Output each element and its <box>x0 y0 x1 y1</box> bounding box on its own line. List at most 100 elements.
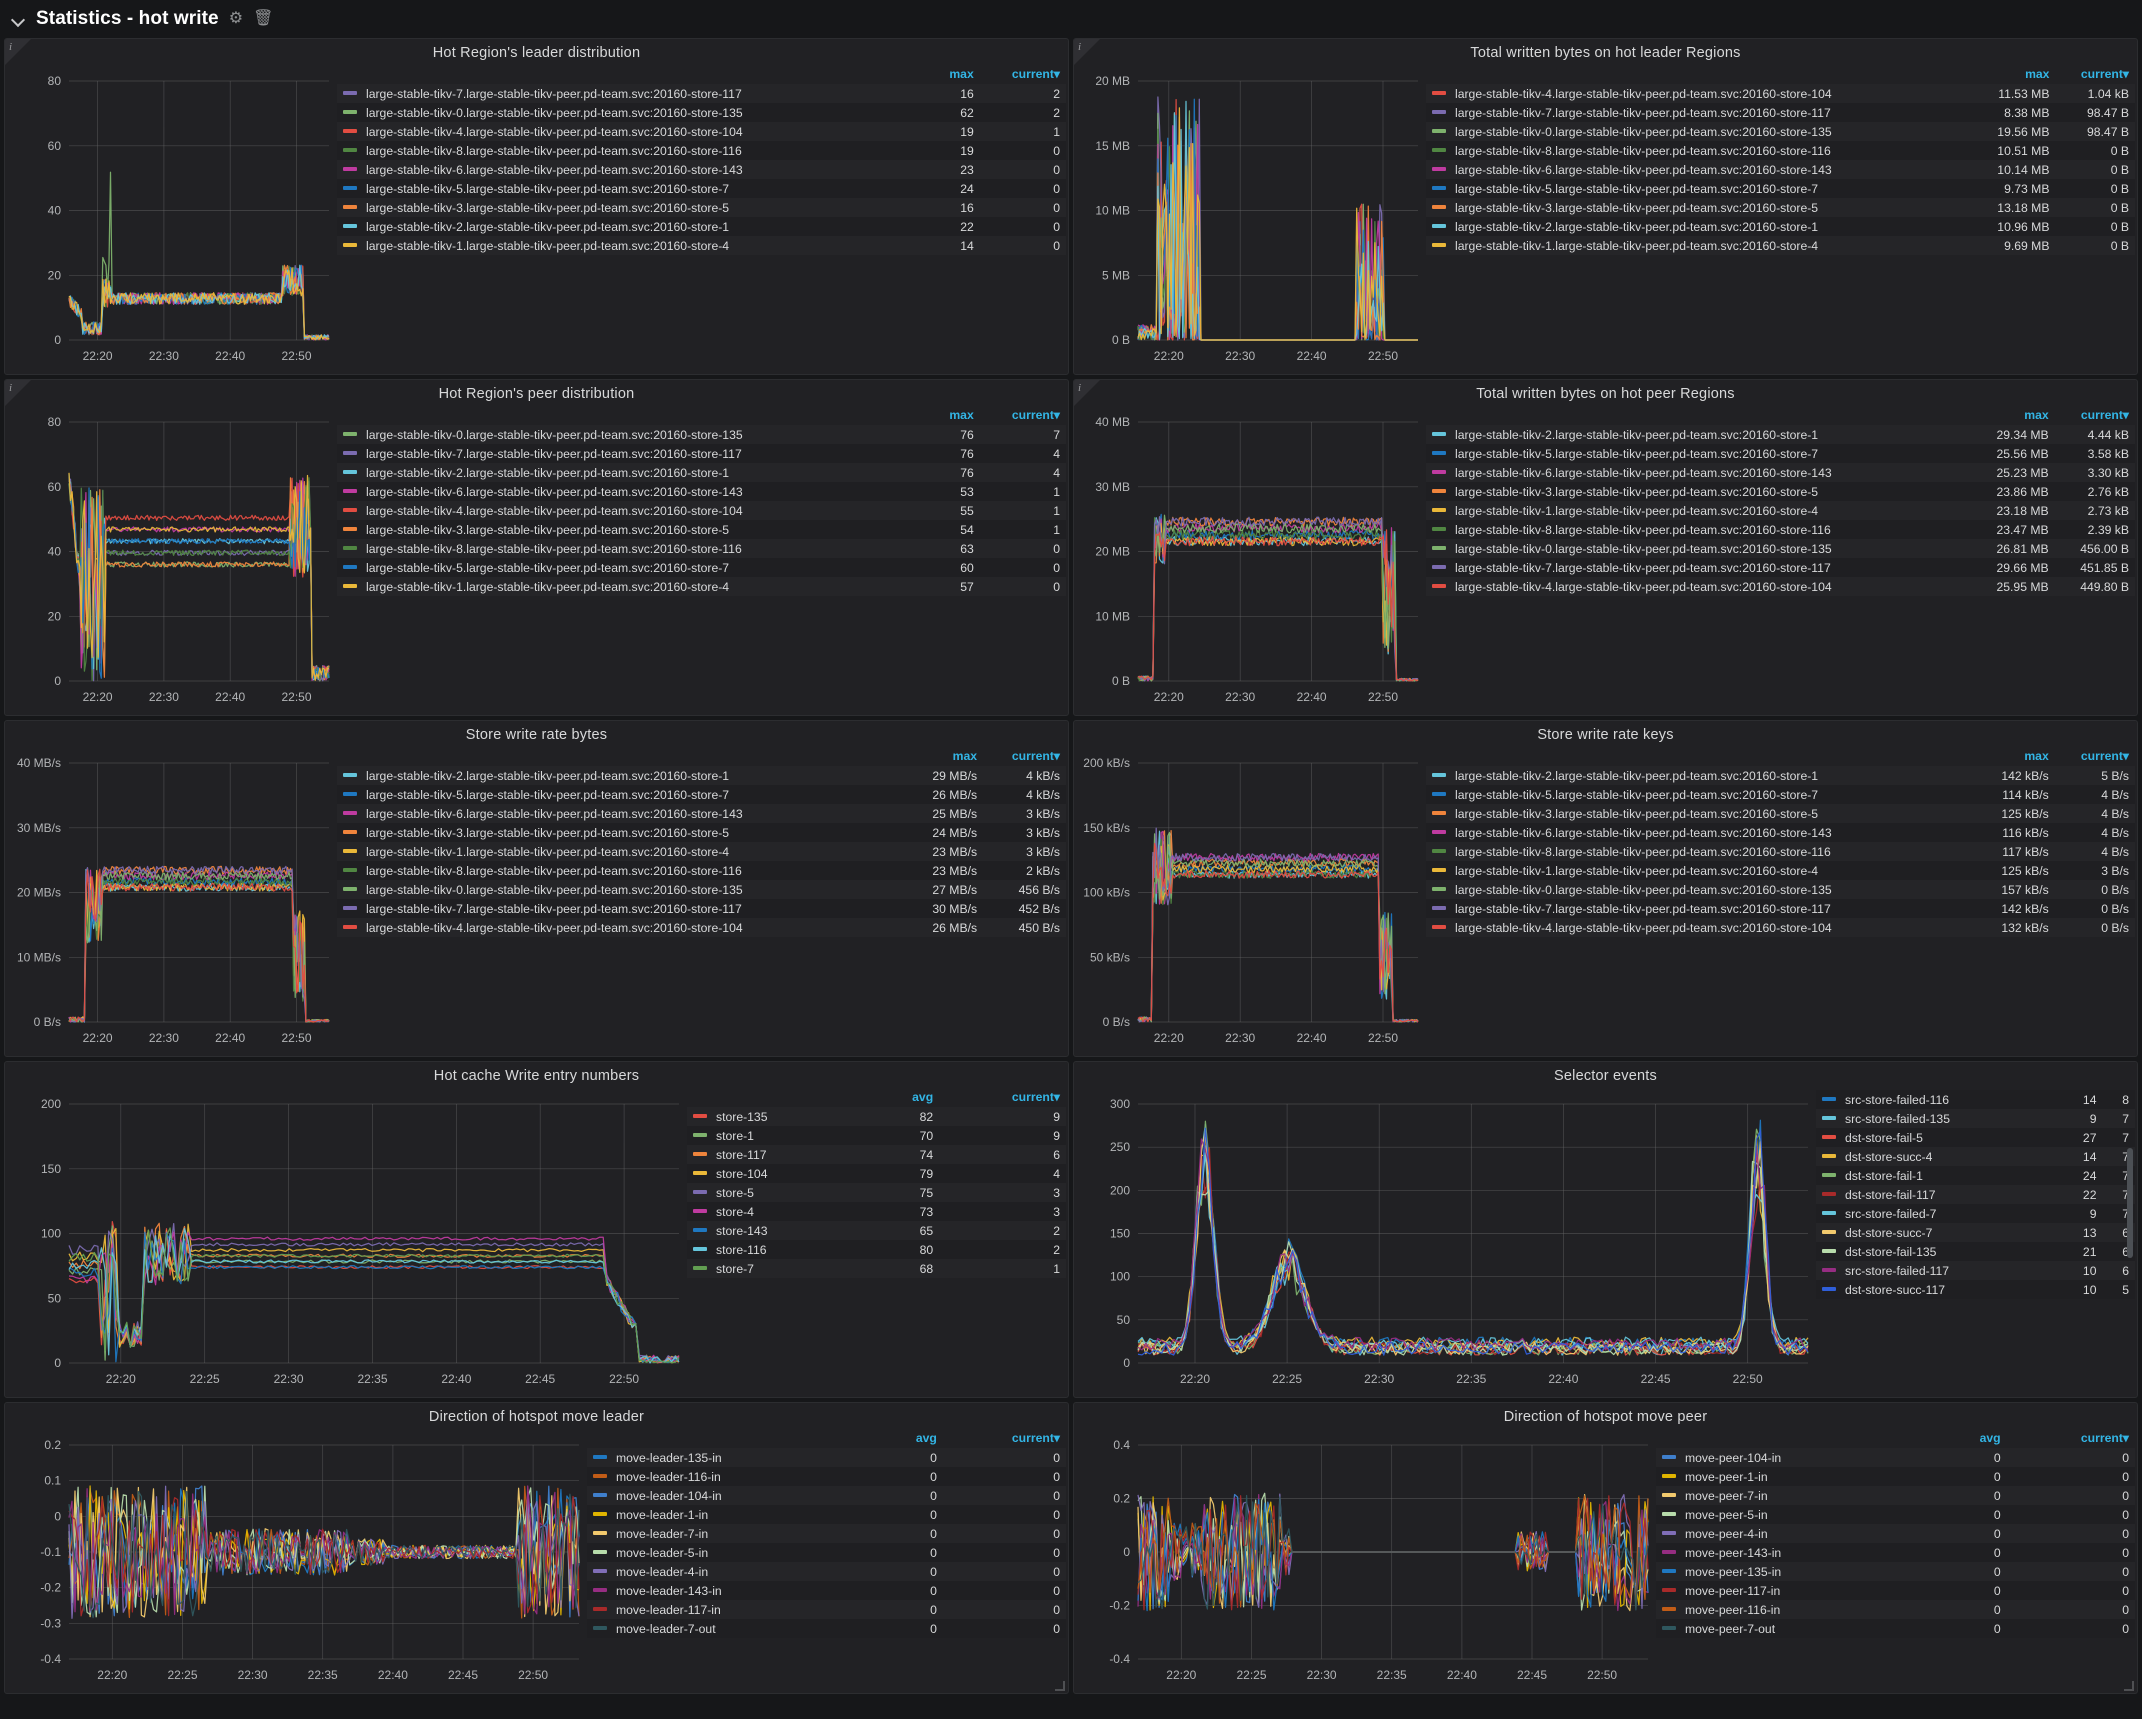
legend-series-label[interactable]: move-leader-104-in <box>587 1486 876 1505</box>
legend-color-swatch[interactable] <box>343 849 357 854</box>
legend-color-swatch[interactable] <box>1822 1135 1836 1140</box>
legend-row[interactable]: store-1 70 9 <box>687 1126 1066 1145</box>
legend-row[interactable]: dst-store-succ-4 14 7 <box>1816 1147 2135 1166</box>
legend-series-label[interactable]: large-stable-tikv-6.large-stable-tikv-pe… <box>337 804 905 823</box>
legend-series-label[interactable]: move-leader-117-in <box>587 1600 876 1619</box>
legend-series-label[interactable]: dst-store-succ-117 <box>1816 1280 2059 1299</box>
legend-row[interactable]: src-store-failed-135 9 7 <box>1816 1109 2135 1128</box>
legend-color-swatch[interactable] <box>1662 1607 1676 1612</box>
panel-total-written-bytes-hot-peer-regions[interactable]: i Total written bytes on hot peer Region… <box>1073 379 2138 716</box>
legend-color-swatch[interactable] <box>343 224 357 229</box>
legend[interactable]: max current▾ large-stable-tikv-4.large-s… <box>1426 63 2135 366</box>
legend-color-swatch[interactable] <box>343 773 357 778</box>
legend-row[interactable]: move-leader-1-in 0 0 <box>587 1505 1066 1524</box>
legend-row[interactable]: move-leader-143-in 0 0 <box>587 1581 1066 1600</box>
legend-color-swatch[interactable] <box>1432 186 1446 191</box>
legend-color-swatch[interactable] <box>1432 584 1446 589</box>
legend-row[interactable]: move-peer-143-in 0 0 <box>1656 1543 2135 1562</box>
legend-series-label[interactable]: move-leader-4-in <box>587 1562 876 1581</box>
legend-series-label[interactable]: large-stable-tikv-2.large-stable-tikv-pe… <box>1426 217 1971 236</box>
legend-row[interactable]: large-stable-tikv-6.large-stable-tikv-pe… <box>1426 823 2135 842</box>
legend-row[interactable]: move-peer-135-in 0 0 <box>1656 1562 2135 1581</box>
legend-row[interactable]: large-stable-tikv-7.large-stable-tikv-pe… <box>337 444 1066 463</box>
legend-color-swatch[interactable] <box>593 1512 607 1517</box>
legend-row[interactable]: move-leader-104-in 0 0 <box>587 1486 1066 1505</box>
legend-color-swatch[interactable] <box>1432 546 1446 551</box>
legend-color-swatch[interactable] <box>1662 1626 1676 1631</box>
legend-row[interactable]: large-stable-tikv-8.large-stable-tikv-pe… <box>1426 520 2135 539</box>
legend-color-swatch[interactable] <box>343 792 357 797</box>
gear-icon[interactable]: ⚙ <box>229 11 243 27</box>
legend-series-label[interactable]: large-stable-tikv-0.large-stable-tikv-pe… <box>1426 880 1976 899</box>
legend-color-swatch[interactable] <box>1432 773 1446 778</box>
legend-color-swatch[interactable] <box>1822 1249 1836 1254</box>
legend-series-label[interactable]: large-stable-tikv-2.large-stable-tikv-pe… <box>1426 425 1970 444</box>
legend-row[interactable]: large-stable-tikv-6.large-stable-tikv-pe… <box>337 482 1066 501</box>
legend-header-current[interactable]: current▾ <box>980 67 1066 84</box>
legend-series-label[interactable]: large-stable-tikv-3.large-stable-tikv-pe… <box>337 198 928 217</box>
legend-color-swatch[interactable] <box>343 584 357 589</box>
legend-header-max[interactable]: max <box>1975 749 2054 766</box>
legend-color-swatch[interactable] <box>1432 148 1446 153</box>
legend-series-label[interactable]: large-stable-tikv-6.large-stable-tikv-pe… <box>337 160 928 179</box>
legend-color-swatch[interactable] <box>1432 110 1446 115</box>
legend-row[interactable]: large-stable-tikv-8.large-stable-tikv-pe… <box>337 861 1066 880</box>
legend-row[interactable]: large-stable-tikv-1.large-stable-tikv-pe… <box>1426 236 2135 255</box>
legend-color-swatch[interactable] <box>1432 868 1446 873</box>
legend-row[interactable]: store-104 79 4 <box>687 1164 1066 1183</box>
legend-row[interactable]: move-peer-117-in 0 0 <box>1656 1581 2135 1600</box>
legend-color-swatch[interactable] <box>343 565 357 570</box>
legend-row[interactable]: large-stable-tikv-0.large-stable-tikv-pe… <box>1426 122 2135 141</box>
legend-color-swatch[interactable] <box>593 1550 607 1555</box>
legend-series-label[interactable]: store-104 <box>687 1164 870 1183</box>
trash-icon[interactable]: 🗑 <box>253 11 273 27</box>
legend-color-swatch[interactable] <box>343 167 357 172</box>
legend-color-swatch[interactable] <box>343 868 357 873</box>
legend-row[interactable]: large-stable-tikv-1.large-stable-tikv-pe… <box>1426 501 2135 520</box>
legend-row[interactable]: large-stable-tikv-4.large-stable-tikv-pe… <box>337 122 1066 141</box>
legend-series-label[interactable]: large-stable-tikv-0.large-stable-tikv-pe… <box>1426 122 1971 141</box>
legend-series-label[interactable]: move-peer-143-in <box>1656 1543 1937 1562</box>
legend-row[interactable]: large-stable-tikv-5.large-stable-tikv-pe… <box>1426 444 2135 463</box>
legend-series-label[interactable]: dst-store-succ-7 <box>1816 1223 2059 1242</box>
legend-row[interactable]: large-stable-tikv-3.large-stable-tikv-pe… <box>1426 482 2135 501</box>
legend-scrollbar[interactable] <box>2127 1148 2133 1258</box>
legend-row[interactable]: large-stable-tikv-7.large-stable-tikv-pe… <box>1426 103 2135 122</box>
legend-row[interactable]: large-stable-tikv-7.large-stable-tikv-pe… <box>1426 558 2135 577</box>
legend-color-swatch[interactable] <box>1822 1154 1836 1159</box>
panel-hot-region-peer-distribution[interactable]: i Hot Region's peer distribution 80 60 40 2… <box>4 379 1069 716</box>
chart-area[interactable]: 200 kB/s 150 kB/s 100 kB/s 50 kB/s 0 B/s 22:2… <box>1076 745 1426 1048</box>
legend-series-label[interactable]: dst-store-succ-4 <box>1816 1147 2059 1166</box>
legend-series-label[interactable]: store-117 <box>687 1145 870 1164</box>
legend-row[interactable]: move-leader-7-in 0 0 <box>587 1524 1066 1543</box>
legend-series-label[interactable]: large-stable-tikv-6.large-stable-tikv-pe… <box>1426 160 1971 179</box>
legend-row[interactable]: move-leader-4-in 0 0 <box>587 1562 1066 1581</box>
legend-color-swatch[interactable] <box>1432 167 1446 172</box>
legend-row[interactable]: large-stable-tikv-0.large-stable-tikv-pe… <box>337 425 1066 444</box>
dashboard-row-header[interactable]: Statistics - hot write ⚙ 🗑 <box>0 0 2142 38</box>
legend-color-swatch[interactable] <box>343 432 357 437</box>
legend-color-swatch[interactable] <box>1662 1550 1676 1555</box>
legend-color-swatch[interactable] <box>1662 1588 1676 1593</box>
legend-header-current[interactable]: current▾ <box>2055 67 2135 84</box>
legend-color-swatch[interactable] <box>1822 1116 1836 1121</box>
legend-row[interactable]: large-stable-tikv-5.large-stable-tikv-pe… <box>1426 785 2135 804</box>
legend-series-label[interactable]: move-peer-1-in <box>1656 1467 1937 1486</box>
legend-row[interactable]: large-stable-tikv-6.large-stable-tikv-pe… <box>1426 463 2135 482</box>
legend-row[interactable]: large-stable-tikv-8.large-stable-tikv-pe… <box>1426 842 2135 861</box>
legend[interactable]: avg current▾ move-peer-104-in 0 0 move-p… <box>1656 1427 2135 1685</box>
legend-color-swatch[interactable] <box>1822 1211 1836 1216</box>
legend-row[interactable]: large-stable-tikv-1.large-stable-tikv-pe… <box>337 577 1066 596</box>
legend-series-label[interactable]: move-peer-7-out <box>1656 1619 1937 1638</box>
legend-series-label[interactable]: store-116 <box>687 1240 870 1259</box>
legend-row[interactable]: large-stable-tikv-6.large-stable-tikv-pe… <box>337 160 1066 179</box>
legend-row[interactable]: src-store-failed-116 14 8 <box>1816 1090 2135 1109</box>
legend-series-label[interactable]: large-stable-tikv-1.large-stable-tikv-pe… <box>1426 501 1970 520</box>
legend-series-label[interactable]: large-stable-tikv-7.large-stable-tikv-pe… <box>337 444 928 463</box>
legend-color-swatch[interactable] <box>1432 887 1446 892</box>
legend-row[interactable]: large-stable-tikv-5.large-stable-tikv-pe… <box>1426 179 2135 198</box>
plot-svg-hot-region-leader-distribution[interactable]: 80 60 40 20 0 22:20 22:30 22:40 22:50 <box>7 63 337 374</box>
legend-color-swatch[interactable] <box>1662 1531 1676 1536</box>
legend-row[interactable]: dst-store-fail-135 21 6 <box>1816 1242 2135 1261</box>
legend-series-label[interactable]: large-stable-tikv-0.large-stable-tikv-pe… <box>337 425 928 444</box>
